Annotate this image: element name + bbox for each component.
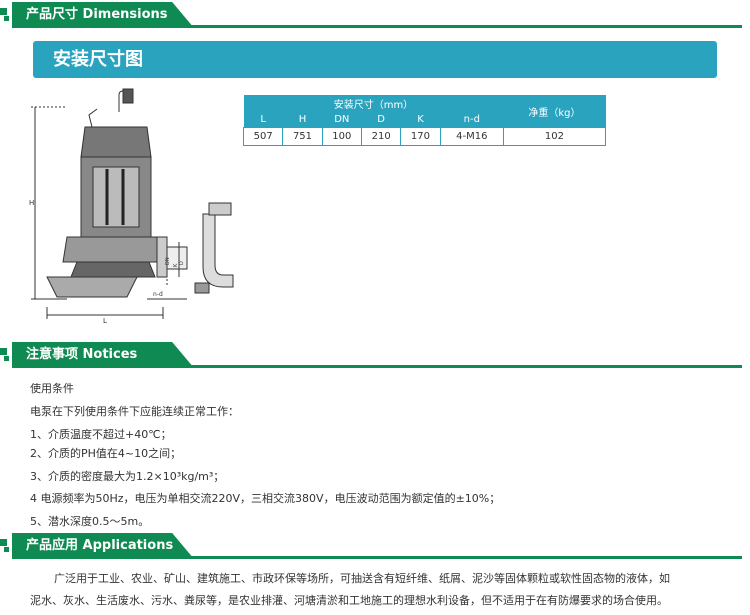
decor-square [4,356,9,361]
table-column-header: H [282,111,323,128]
section-header-applications: 产品应用 Applications [0,533,750,559]
table-cell: 102 [502,127,607,146]
decor-square [0,348,7,355]
table-cell: 210 [360,127,402,146]
section-header-notices: 注意事项 Notices [0,342,750,368]
table-column-header: n-d [440,111,504,128]
table-column-header: D [361,111,401,128]
dim-label-h: H [29,199,34,207]
table-group-header: 安装尺寸（mm） [243,95,504,111]
table-cell: 100 [321,127,362,146]
table-cell: 170 [400,127,441,146]
notice-item: 1、介质温度不超过+40℃； [30,428,172,441]
dim-label-nd: n-d [153,291,163,298]
table-column-header: K [400,111,441,128]
table-row: 507 751 100 210 170 4-M16 102 [242,127,607,146]
install-diagram-banner: 安装尺寸图 [33,41,717,78]
section-underline [12,556,742,559]
section-underline [12,25,742,28]
table-cell: 4-M16 [439,127,504,146]
table-column-header: L [243,111,283,128]
table-group-header-row: 安装尺寸（mm） 净重（kg） [243,95,606,128]
pump-installation-drawing: H L n-d DN K D [29,88,234,325]
dim-label-l: L [103,317,107,325]
table-cell: 751 [282,127,323,146]
decor-square [0,539,7,546]
application-text-line: 泥水、灰水、生活废水、污水、粪尿等，是农业排灌、河塘清淤和工地施工的理想水利设备… [30,594,668,607]
dimension-table: 安装尺寸（mm） 净重（kg） L H DN D K n-d 507 751 1… [242,95,607,146]
application-text-line: 广泛用于工业、农业、矿山、建筑施工、市政环保等场所，可抽送含有短纤维、纸屑、泥沙… [54,572,670,585]
section-underline [12,365,742,368]
notice-item: 5、潜水深度0.5～5m。 [30,515,150,528]
decor-square [4,547,9,552]
decor-square [4,16,9,21]
notice-item: 3、介质的密度最大为1.2×10³kg/m³； [30,470,225,483]
decor-square [0,8,7,15]
dim-label-d: D [179,261,185,265]
dim-label-dn: DN [165,257,171,265]
notice-item: 2、介质的PH值在4~10之间； [30,447,182,460]
section-header-dimensions: 产品尺寸 Dimensions [0,2,750,28]
table-cell: 507 [242,127,284,146]
table-weight-header: 净重（kg） [503,95,606,128]
notice-intro: 电泵在下列使用条件下应能连续正常工作： [30,405,239,418]
table-column-header: DN [322,111,362,128]
notice-item: 4 电源频率为50Hz，电压为单相交流220V，三相交流380V，电压波动范围为… [30,492,501,505]
notice-heading: 使用条件 [30,382,74,395]
